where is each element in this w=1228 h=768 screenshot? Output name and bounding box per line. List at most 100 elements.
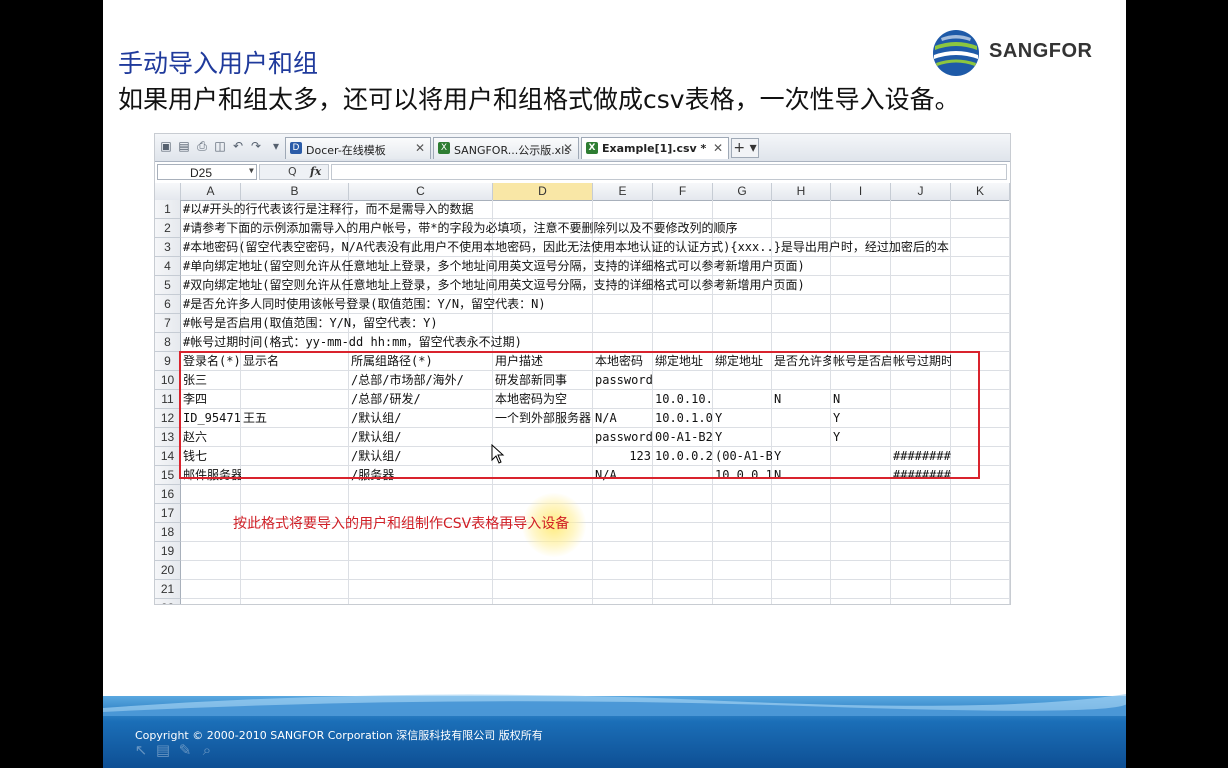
data-cell[interactable]: 邮件服务器 — [181, 466, 241, 485]
data-cell[interactable]: /总部/研发/ — [349, 390, 493, 409]
data-cell[interactable]: 10.0.10.10 — [653, 390, 713, 409]
save-icon[interactable]: ▤ — [177, 139, 191, 153]
data-cell[interactable]: 一个到外部服务器 — [493, 409, 593, 428]
header-cell[interactable]: 绑定地址 — [713, 352, 772, 371]
data-cell[interactable]: password — [593, 371, 653, 390]
data-cell[interactable]: Y — [831, 428, 891, 447]
comment-cell[interactable]: #单向绑定地址(留空则允许从任意地址上登录，多个地址间用英文逗号分隔，支持的详细… — [181, 257, 1001, 276]
row-header-3[interactable]: 3 — [155, 238, 181, 257]
zoom-icon[interactable]: Q — [288, 165, 297, 178]
column-header-e[interactable]: E — [593, 183, 653, 200]
cell-grid[interactable]: #以#开头的行代表该行是注释行，而不是需导入的数据 #请参考下面的示例添加需导入的… — [179, 200, 1010, 604]
data-cell[interactable]: 00-A1-B2-C3-D4-E5, — [653, 428, 713, 447]
data-cell[interactable]: /默认组/ — [349, 428, 493, 447]
zoom-icon[interactable]: ⌕ — [197, 740, 217, 760]
data-cell[interactable]: Y — [772, 447, 831, 466]
row-header-8[interactable]: 8 — [155, 333, 181, 352]
comment-cell[interactable]: #是否允许多人同时使用该帐号登录(取值范围：Y/N，留空代表：N) — [181, 295, 1001, 314]
data-cell[interactable]: ID_95471 — [181, 409, 241, 428]
data-cell[interactable]: ######## — [891, 466, 951, 485]
row-header-11[interactable]: 11 — [155, 390, 181, 409]
column-header-f[interactable]: F — [653, 183, 713, 200]
row-header-17[interactable]: 17 — [155, 504, 181, 523]
data-cell[interactable]: N — [772, 390, 831, 409]
comment-cell[interactable]: #双向绑定地址(留空则允许从任意地址上登录，多个地址间用英文逗号分隔，支持的详细… — [181, 276, 1001, 295]
data-cell[interactable]: 王五 — [241, 409, 349, 428]
comment-cell[interactable]: #帐号是否启用(取值范围：Y/N，留空代表：Y) — [181, 314, 1001, 333]
row-header-2[interactable]: 2 — [155, 219, 181, 238]
data-cell[interactable]: Y — [713, 428, 772, 447]
data-cell[interactable]: N/A — [593, 409, 653, 428]
header-cell[interactable]: 登录名(*) — [181, 352, 241, 371]
close-icon[interactable]: ✕ — [563, 141, 573, 155]
column-header-b[interactable]: B — [241, 183, 349, 200]
row-header-12[interactable]: 12 — [155, 409, 181, 428]
data-cell[interactable]: /总部/市场部/海外/ — [349, 371, 493, 390]
close-icon[interactable]: ✕ — [415, 141, 425, 155]
chevron-down-icon[interactable]: ▼ — [249, 166, 254, 175]
tab-example-csv[interactable]: X Example[1].csv * ✕ — [581, 137, 729, 159]
data-cell[interactable]: /默认组/ — [349, 409, 493, 428]
comment-cell[interactable]: #本地密码(留空代表空密码，N/A代表没有此用户不使用本地密码，因此无法使用本地… — [181, 238, 1001, 257]
row-header-21[interactable]: 21 — [155, 580, 181, 599]
row-header-18[interactable]: 18 — [155, 523, 181, 542]
data-cell[interactable]: 钱七 — [181, 447, 241, 466]
data-cell[interactable]: N/A — [593, 466, 653, 485]
comment-cell[interactable]: #请参考下面的示例添加需导入的用户帐号，带*的字段为必填项，注意不要删除列以及不… — [181, 219, 1001, 238]
header-cell[interactable]: 显示名 — [241, 352, 349, 371]
print-icon[interactable]: ⎙ — [195, 139, 209, 153]
tab-sangfor-xls[interactable]: X SANGFOR...公示版.xls ✕ — [433, 137, 579, 159]
row-header-19[interactable]: 19 — [155, 542, 181, 561]
row-header-9[interactable]: 9 — [155, 352, 181, 371]
row-header-10[interactable]: 10 — [155, 371, 181, 390]
row-header-15[interactable]: 15 — [155, 466, 181, 485]
close-icon[interactable]: ✕ — [713, 141, 723, 155]
header-cell[interactable]: 帐号是否启 — [831, 352, 891, 371]
tab-docer[interactable]: D Docer-在线模板 ✕ — [285, 137, 431, 159]
comment-cell[interactable]: #以#开头的行代表该行是注释行，而不是需导入的数据 — [181, 200, 1001, 219]
column-header-g[interactable]: G — [713, 183, 772, 200]
row-header-14[interactable]: 14 — [155, 447, 181, 466]
menu-icon[interactable]: ▤ — [153, 740, 173, 760]
data-cell[interactable]: N — [772, 466, 831, 485]
data-cell[interactable]: /默认组/ — [349, 447, 493, 466]
column-header-d[interactable]: D — [493, 183, 593, 200]
data-cell[interactable]: 张三 — [181, 371, 241, 390]
data-cell[interactable]: 10.0.1.0-10.0.1.25 — [653, 409, 713, 428]
new-tab-button[interactable]: + ▾ — [731, 138, 759, 158]
row-header-6[interactable]: 6 — [155, 295, 181, 314]
name-box[interactable]: D25 — [157, 164, 257, 180]
row-header-4[interactable]: 4 — [155, 257, 181, 276]
column-header-k[interactable]: K — [951, 183, 1010, 200]
data-cell[interactable]: 10.0.0.1 — [713, 466, 772, 485]
data-cell[interactable]: (00-A1-B2-C3-D4-E5) — [713, 447, 772, 466]
column-header-c[interactable]: C — [349, 183, 493, 200]
open-icon[interactable]: ▣ — [159, 139, 173, 153]
fx-icon[interactable]: fx — [310, 165, 321, 178]
data-cell[interactable]: Y — [713, 409, 772, 428]
row-header-16[interactable]: 16 — [155, 485, 181, 504]
data-cell[interactable]: 李四 — [181, 390, 241, 409]
data-cell[interactable]: Y — [831, 409, 891, 428]
row-header-5[interactable]: 5 — [155, 276, 181, 295]
row-header-22[interactable]: 22 — [155, 599, 181, 604]
column-header-i[interactable]: I — [831, 183, 891, 200]
undo-icon[interactable]: ↶ — [231, 139, 245, 153]
header-cell[interactable]: 是否允许多 — [772, 352, 831, 371]
row-header-1[interactable]: 1 — [155, 200, 181, 219]
comment-cell[interactable]: #帐号过期时间(格式：yy-mm-dd hh:mm，留空代表永不过期) — [181, 333, 1001, 352]
pen-icon[interactable]: ✎ — [175, 740, 195, 760]
column-header-j[interactable]: J — [891, 183, 951, 200]
column-header-a[interactable]: A — [181, 183, 241, 200]
data-cell[interactable]: /服务器 — [349, 466, 493, 485]
header-cell[interactable]: 本地密码 — [593, 352, 653, 371]
formula-input[interactable] — [331, 164, 1007, 180]
header-cell[interactable]: 帐号过期时间 — [891, 352, 951, 371]
header-cell[interactable]: 所属组路径(*) — [349, 352, 493, 371]
dropdown-icon[interactable]: ▾ — [269, 139, 283, 153]
header-cell[interactable]: 用户描述 — [493, 352, 593, 371]
data-cell[interactable]: password — [593, 428, 653, 447]
data-cell[interactable]: N — [831, 390, 891, 409]
header-cell[interactable]: 绑定地址 — [653, 352, 713, 371]
data-cell[interactable]: 123 — [593, 447, 653, 466]
